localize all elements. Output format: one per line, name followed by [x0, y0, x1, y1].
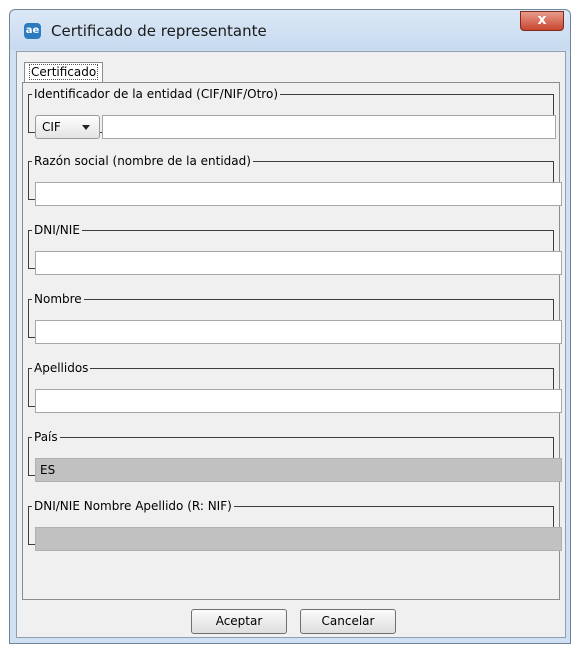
- company-name-legend: Razón social (nombre de la entidad): [34, 154, 251, 168]
- summary-field: [35, 527, 562, 551]
- dni-input[interactable]: [35, 251, 562, 275]
- cancel-button[interactable]: Cancelar: [300, 609, 396, 634]
- surname-input[interactable]: [35, 389, 562, 413]
- entity-id-type-value: CIF: [42, 120, 61, 134]
- surname-group: Apellidos: [28, 361, 562, 413]
- first-name-legend: Nombre: [34, 292, 82, 306]
- dni-legend: DNI/NIE: [34, 223, 80, 237]
- dni-group: DNI/NIE: [28, 223, 562, 275]
- country-value: ES: [40, 463, 56, 477]
- entity-id-legend: Identificador de la entidad (CIF/NIF/Otr…: [34, 87, 278, 101]
- surname-legend: Apellidos: [34, 361, 89, 375]
- dialog-body: Certificado Identificador de la entidad …: [16, 51, 566, 638]
- window-title: Certificado de representante: [51, 22, 267, 40]
- entity-id-input[interactable]: [102, 115, 556, 139]
- country-legend: País: [34, 430, 58, 444]
- company-name-input[interactable]: [35, 182, 562, 206]
- entity-id-type-select[interactable]: CIF: [35, 115, 100, 139]
- close-button[interactable]: x: [520, 11, 564, 31]
- close-icon: x: [537, 12, 547, 28]
- tab-certificado[interactable]: Certificado: [24, 62, 104, 82]
- tab-panel: Identificador de la entidad (CIF/NIF/Otr…: [22, 82, 562, 600]
- tab-label: Certificado: [29, 64, 99, 80]
- country-field: ES: [35, 458, 562, 482]
- summary-legend: DNI/NIE Nombre Apellido (R: NIF): [34, 499, 232, 513]
- first-name-input[interactable]: [35, 320, 562, 344]
- chevron-down-icon: [82, 125, 90, 130]
- title-bar[interactable]: ae Certificado de representante x: [10, 10, 570, 50]
- summary-group: DNI/NIE Nombre Apellido (R: NIF): [28, 499, 562, 551]
- dialog-window: ae Certificado de representante x Certif…: [9, 9, 571, 644]
- country-group: País ES: [28, 430, 562, 482]
- accept-button[interactable]: Aceptar: [191, 609, 287, 634]
- app-logo-icon: ae: [24, 23, 41, 39]
- entity-id-group: Identificador de la entidad (CIF/NIF/Otr…: [28, 87, 556, 139]
- company-name-group: Razón social (nombre de la entidad): [28, 154, 562, 206]
- first-name-group: Nombre: [28, 292, 562, 344]
